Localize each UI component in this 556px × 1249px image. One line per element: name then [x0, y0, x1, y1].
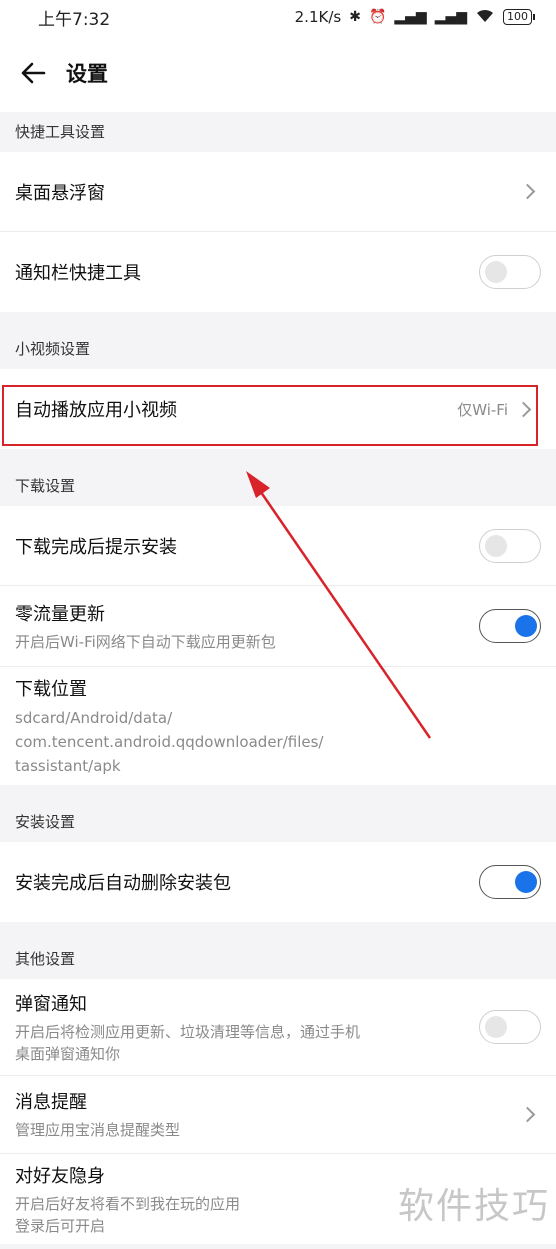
message-reminder-label: 消息提醒 [15, 1092, 87, 1113]
notification-tools-label: 通知栏快捷工具 [15, 263, 141, 284]
auto-delete-toggle[interactable] [479, 865, 541, 899]
battery-icon: 100 [503, 9, 535, 25]
auto-delete-row[interactable]: 安装完成后自动删除安装包 [0, 842, 556, 922]
message-reminder-row[interactable]: 消息提醒 管理应用宝消息提醒类型 [0, 1076, 556, 1154]
zero-traffic-description: 开启后Wi-Fi网络下自动下载应用更新包 [15, 632, 276, 651]
wifi-icon [475, 7, 495, 27]
popup-notification-description-1: 开启后将检测应用更新、垃圾清理等信息，通过手机 [15, 1022, 361, 1041]
notification-tools-row[interactable]: 通知栏快捷工具 [0, 232, 556, 312]
zero-traffic-row[interactable]: 零流量更新 开启后Wi-Fi网络下自动下载应用更新包 [0, 586, 556, 667]
toggle-knob [485, 261, 507, 283]
invisible-to-friends-description-1: 开启后好友将看不到我在玩的应用 [15, 1194, 241, 1213]
prompt-install-row[interactable]: 下载完成后提示安装 [0, 506, 556, 586]
notification-tools-toggle[interactable] [479, 255, 541, 289]
popup-notification-row[interactable]: 弹窗通知 开启后将检测应用更新、垃圾清理等信息，通过手机 桌面弹窗通知你 [0, 979, 556, 1076]
bluetooth-icon: ✱ [349, 9, 361, 25]
watermark: 软件技巧 [397, 1186, 550, 1227]
floating-window-label: 桌面悬浮窗 [15, 182, 105, 204]
page-title: 设置 [66, 62, 108, 86]
zero-traffic-label: 零流量更新 [15, 603, 105, 625]
toggle-knob [485, 534, 507, 557]
autoplay-video-label: 自动播放应用小视频 [15, 400, 177, 421]
download-group: 下载完成后提示安装 零流量更新 开启后Wi-Fi网络下自动下载应用更新包 下载位… [0, 506, 556, 785]
signal-icon: ▂▄▆ [394, 9, 427, 25]
app-bar: 设置 [0, 34, 556, 112]
autoplay-video-value: 仅Wi-Fi [457, 400, 508, 419]
install-group: 安装完成后自动删除安装包 [0, 842, 556, 922]
chevron-right-icon [519, 1106, 536, 1123]
popup-notification-description-2: 桌面弹窗通知你 [15, 1044, 121, 1063]
toggle-knob [485, 1016, 507, 1038]
signal-icon-2: ▂▄▆ [434, 9, 467, 25]
back-arrow-icon[interactable] [16, 56, 50, 90]
prompt-install-label: 下载完成后提示安装 [15, 536, 177, 558]
section-header-short-video: 小视频设置 [0, 312, 556, 369]
toggle-knob [515, 871, 537, 893]
chevron-right-icon [515, 401, 532, 417]
download-location-path-2: com.tencent.android.qqdownloader/files/ [15, 732, 324, 751]
popup-notification-label: 弹窗通知 [15, 993, 87, 1015]
download-location-path-1: sdcard/Android/data/ [15, 708, 173, 727]
status-time: 上午7:32 [38, 9, 111, 30]
network-speed: 2.1K/s [294, 8, 342, 26]
download-location-label: 下载位置 [15, 678, 87, 700]
zero-traffic-toggle[interactable] [479, 609, 541, 643]
invisible-to-friends-description-2: 登录后可开启 [15, 1216, 106, 1235]
section-header-download: 下载设置 [0, 449, 556, 506]
toggle-knob [515, 615, 537, 637]
autoplay-video-row[interactable]: 自动播放应用小视频 仅Wi-Fi [0, 369, 556, 449]
prompt-install-toggle[interactable] [479, 528, 541, 563]
floating-window-row[interactable]: 桌面悬浮窗 [0, 152, 556, 232]
alarm-icon: ⏰ [368, 9, 387, 25]
status-bar: 上午7:32 2.1K/s ✱ ⏰ ▂▄▆ ▂▄▆ 100 [0, 0, 556, 34]
quick-tools-group: 桌面悬浮窗 通知栏快捷工具 [0, 152, 556, 312]
chevron-right-icon [519, 183, 536, 200]
section-header-other: 其他设置 [0, 922, 556, 979]
message-reminder-description: 管理应用宝消息提醒类型 [15, 1121, 181, 1139]
auto-delete-label: 安装完成后自动删除安装包 [15, 873, 231, 894]
popup-notification-toggle[interactable] [479, 1010, 541, 1044]
download-location-row[interactable]: 下载位置 sdcard/Android/data/ com.tencent.an… [0, 667, 556, 785]
download-location-path-3: tassistant/apk [15, 756, 121, 775]
status-icons: 2.1K/s ✱ ⏰ ▂▄▆ ▂▄▆ 100 [294, 7, 535, 27]
section-header-install: 安装设置 [0, 785, 556, 842]
invisible-to-friends-label: 对好友隐身 [15, 1165, 105, 1187]
section-header-quick-tools: 快捷工具设置 [0, 112, 556, 152]
short-video-group: 自动播放应用小视频 仅Wi-Fi [0, 369, 556, 449]
